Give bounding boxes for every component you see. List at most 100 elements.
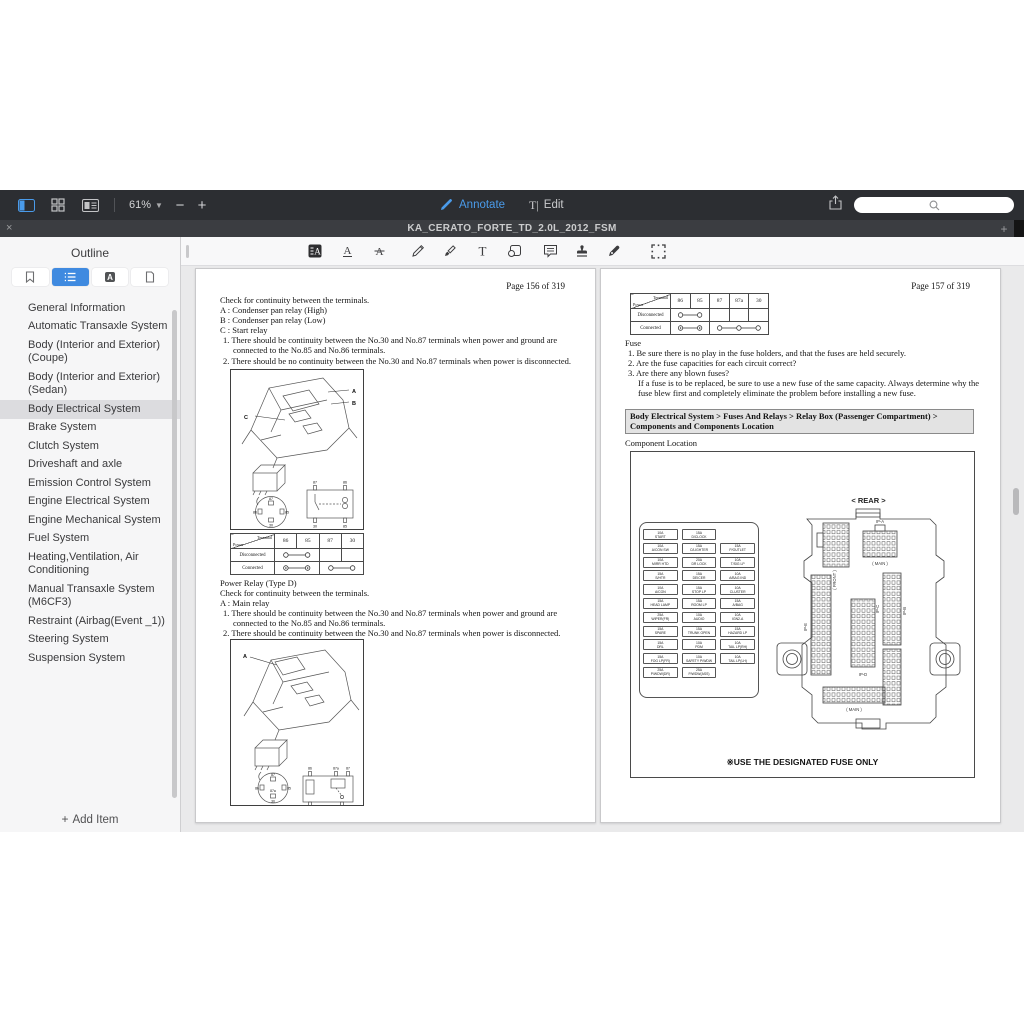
tab-bar-corner bbox=[1014, 220, 1024, 237]
outline-item[interactable]: Emission Control System bbox=[0, 474, 180, 493]
svg-text:86: 86 bbox=[343, 481, 347, 485]
zoom-level-dropdown[interactable]: 61% ▼ bbox=[129, 199, 163, 211]
outline-item[interactable]: Automatic Transaxle System bbox=[0, 318, 180, 337]
pdf-viewer-window: 61% ▼ − + Annotate T| Edit × KA_CE bbox=[0, 190, 1024, 832]
edit-mode-button[interactable]: T| Edit bbox=[529, 198, 564, 213]
outline-item[interactable]: Restraint (Airbag(Event _1)) bbox=[0, 612, 180, 631]
fuse-cell: 10AA/CON bbox=[643, 584, 678, 595]
marker-tool-button[interactable] bbox=[439, 241, 461, 261]
fuse-cell: 10ACLUSTER bbox=[720, 584, 755, 595]
pdf-page-157[interactable]: Page 157 of 319 TerminalPower 86 85 87 8… bbox=[600, 268, 1001, 823]
continuity-table-2: TerminalPower 86 85 87 87a 30 Disconnect… bbox=[630, 293, 769, 335]
outline-item[interactable]: Body (Interior and Exterior) (Sedan) bbox=[0, 368, 180, 400]
tab-outline[interactable] bbox=[52, 268, 89, 286]
outline-item[interactable]: Driveshaft and axle bbox=[0, 456, 180, 475]
outline-item[interactable]: Brake System bbox=[0, 419, 180, 438]
svg-text:87a: 87a bbox=[333, 767, 339, 771]
sidebar-toggle-button[interactable] bbox=[14, 196, 38, 214]
share-icon bbox=[829, 195, 842, 210]
svg-text:IP-C: IP-C bbox=[875, 605, 880, 613]
fuse-cell: 10AA/CON SW bbox=[643, 543, 678, 554]
signature-tool-button[interactable] bbox=[603, 241, 625, 261]
svg-text:IP-D: IP-D bbox=[859, 672, 867, 677]
new-tab-button[interactable]: + bbox=[994, 222, 1014, 236]
outline-item[interactable]: Manual Transaxle System (M6CF3) bbox=[0, 580, 180, 612]
annotate-pen-icon bbox=[440, 199, 454, 211]
outline-item[interactable]: Suspension System bbox=[0, 649, 180, 668]
thumbnails-view-button[interactable] bbox=[46, 196, 70, 214]
power-relay-text-block: Power Relay (Type D) Check for continuit… bbox=[220, 578, 576, 639]
chevron-down-icon: ▼ bbox=[155, 201, 163, 210]
fuse-cell: 10ATAIL LP(RH) bbox=[720, 639, 755, 650]
highlight-tool-button[interactable]: A bbox=[304, 241, 326, 261]
svg-text:87: 87 bbox=[269, 497, 273, 501]
svg-text:A: A bbox=[352, 389, 356, 395]
junction-box-drawing: IP-A ( MAIN ) IP-E ( FRONT ) IP-C IP-D I… bbox=[771, 507, 966, 735]
tab-pages[interactable] bbox=[131, 268, 168, 286]
zoom-in-button[interactable]: + bbox=[191, 197, 213, 214]
marker-icon bbox=[443, 244, 457, 258]
select-tool-button[interactable] bbox=[647, 241, 669, 261]
tab-annotations[interactable]: A bbox=[92, 268, 129, 286]
search-input[interactable] bbox=[854, 197, 1014, 213]
add-item-button[interactable]: +Add Item bbox=[0, 812, 180, 826]
mode-switcher: Annotate T| Edit bbox=[440, 190, 564, 220]
zoom-level-value: 61% bbox=[129, 199, 151, 211]
outline-item[interactable]: Heating,Ventilation, Air Conditioning bbox=[0, 548, 180, 580]
outline-item[interactable]: Clutch System bbox=[0, 437, 180, 456]
comment-tool-button[interactable] bbox=[539, 241, 561, 261]
annotation-toolbar: A A A T bbox=[181, 237, 1024, 266]
outline-item[interactable]: Engine Mechanical System bbox=[0, 511, 180, 530]
tab-title[interactable]: KA_CERATO_FORTE_TD_2.0L_2012_FSM bbox=[407, 223, 616, 234]
document-area: A A A T bbox=[181, 237, 1024, 832]
svg-text:30: 30 bbox=[269, 524, 273, 528]
fuse-cell: 15ASPARE bbox=[643, 626, 678, 637]
fuse-cell: 10ATAIL LP(LH) bbox=[720, 653, 755, 664]
rear-label: < REAR > bbox=[771, 496, 966, 505]
stamp-tool-button[interactable] bbox=[571, 241, 593, 261]
fuse-text-block: Fuse 1. Be sure there is no play in the … bbox=[625, 338, 983, 399]
outline-item[interactable]: Engine Electrical System bbox=[0, 493, 180, 512]
toolbar-right-group bbox=[829, 190, 1014, 220]
fuse-cell: 20ADR LOCK bbox=[682, 557, 717, 568]
step-line: 2. There should be no continuity between… bbox=[223, 356, 576, 366]
pdf-page-156[interactable]: Page 156 of 319 Check for continuity bet… bbox=[195, 268, 596, 823]
strikethrough-tool-button[interactable]: A bbox=[368, 241, 390, 261]
text-tool-button[interactable]: T bbox=[471, 241, 493, 261]
continuity-table-1: TerminalPower 86 85 87 30 Disconnected bbox=[230, 533, 364, 575]
reading-view-button[interactable] bbox=[78, 196, 102, 214]
underline-tool-button[interactable]: A bbox=[336, 241, 358, 261]
relay-location-diagram-2: A bbox=[230, 639, 364, 806]
svg-text:87a: 87a bbox=[270, 789, 276, 793]
annotate-mode-button[interactable]: Annotate bbox=[440, 199, 505, 211]
svg-text:85: 85 bbox=[343, 525, 347, 529]
tab-bookmarks[interactable] bbox=[12, 268, 49, 286]
outline-item[interactable]: Steering System bbox=[0, 631, 180, 650]
fuse-cell: 15AP/OUTLET bbox=[720, 543, 755, 554]
bookmark-icon bbox=[25, 271, 35, 283]
fuse-cell: 10ASTART bbox=[643, 529, 678, 540]
comment-icon bbox=[543, 244, 558, 258]
shapes-tool-button[interactable] bbox=[503, 241, 525, 261]
pencil-tool-button[interactable] bbox=[407, 241, 429, 261]
outline-item[interactable]: Fuel System bbox=[0, 530, 180, 549]
selection-group bbox=[647, 237, 669, 265]
share-button[interactable] bbox=[829, 195, 842, 215]
relay-location-diagram-1: A B C 87 bbox=[230, 369, 364, 530]
outline-item[interactable]: General Information bbox=[0, 299, 180, 318]
fuse-cell: 15AC/LIGHTER bbox=[682, 543, 717, 554]
svg-text:C: C bbox=[244, 415, 248, 421]
outline-item[interactable]: Body (Interior and Exterior) (Coupe) bbox=[0, 336, 180, 368]
svg-text:T: T bbox=[478, 244, 486, 258]
tab-bar: × KA_CERATO_FORTE_TD_2.0L_2012_FSM + bbox=[0, 220, 1024, 237]
document-scrollbar[interactable] bbox=[1013, 488, 1019, 515]
outline-item[interactable]: Body Electrical System bbox=[0, 400, 180, 419]
tab-close-button[interactable]: × bbox=[6, 220, 12, 237]
panel-resize-handle[interactable] bbox=[186, 245, 189, 258]
zoom-out-button[interactable]: − bbox=[169, 197, 191, 214]
fuse-cell: 10AMIRR HTD bbox=[643, 557, 678, 568]
sidebar-scrollbar[interactable] bbox=[172, 310, 177, 798]
fuse-cell: 15ADRL bbox=[643, 639, 678, 650]
fuse-cell: 25AWIPER(FR) bbox=[643, 612, 678, 623]
fuse-cell: 15ASTOP LP bbox=[682, 584, 717, 595]
